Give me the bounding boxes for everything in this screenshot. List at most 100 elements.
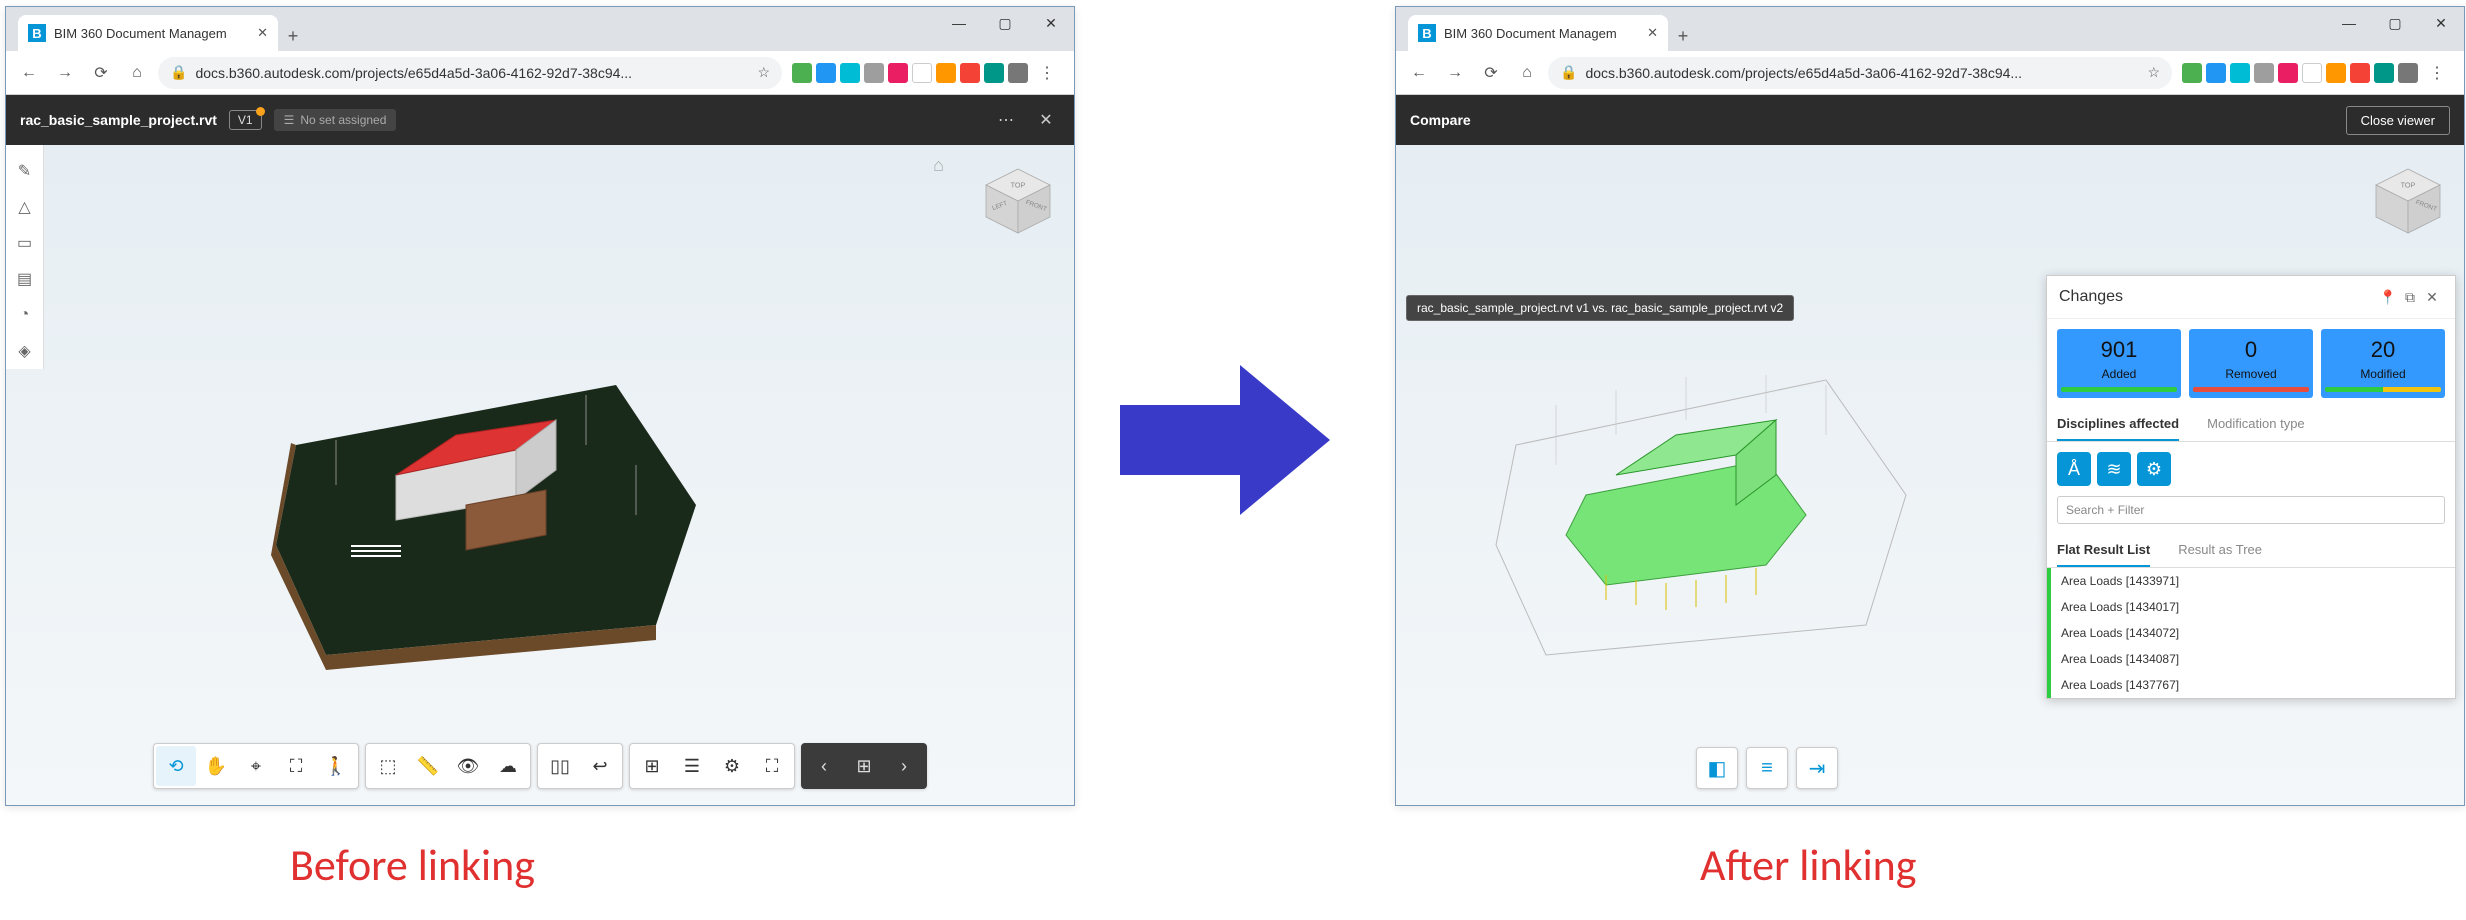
search-filter-input[interactable]: Search + Filter — [2057, 496, 2445, 524]
extension-icon[interactable] — [2398, 63, 2418, 83]
measure-tool[interactable]: 📏 — [408, 746, 448, 786]
home-button[interactable]: ⌂ — [122, 58, 152, 88]
star-icon[interactable]: ☆ — [2147, 64, 2160, 81]
tab-flat-list[interactable]: Flat Result List — [2057, 534, 2150, 567]
stat-modified[interactable]: 20 Modified — [2321, 329, 2445, 398]
browser-tab[interactable]: B BIM 360 Document Managem ✕ — [18, 15, 278, 51]
grid-view[interactable]: ⊞ — [844, 746, 884, 786]
url-bar[interactable]: 🔒 docs.b360.autodesk.com/projects/e65d4a… — [1548, 57, 2172, 89]
orbit-tool[interactable]: ⟲ — [156, 746, 196, 786]
home-button[interactable]: ⌂ — [1512, 58, 1542, 88]
close-icon[interactable]: ✕ — [257, 25, 268, 41]
set-selector[interactable]: ☰ No set assigned — [274, 109, 397, 131]
extension-icon[interactable] — [2374, 63, 2394, 83]
forward-button[interactable]: → — [1440, 58, 1470, 88]
compare-overlay-button[interactable]: ≡ — [1746, 747, 1788, 789]
extension-icon[interactable] — [936, 63, 956, 83]
close-viewer-button[interactable]: ✕ — [1032, 106, 1060, 134]
result-item[interactable]: Area Loads [1434087] — [2047, 646, 2455, 672]
prev-view[interactable]: ‹ — [804, 746, 844, 786]
discipline-mep-icon[interactable]: ⚙ — [2137, 452, 2171, 486]
fit-tool[interactable]: ⛶ — [276, 746, 316, 786]
browser-tab[interactable]: B BIM 360 Document Managem ✕ — [1408, 15, 1668, 51]
sheets-tool-button[interactable]: ▤ — [6, 261, 43, 297]
maximize-button[interactable]: ▢ — [2372, 7, 2418, 39]
walk-tool[interactable]: 🚶 — [316, 746, 356, 786]
viewport-3d[interactable]: ✎ △ ▭ ▤ ◔ ◈ ⌂ TOP LEFT FRONT — [6, 145, 1074, 805]
zoom-tool[interactable]: ⌖ — [236, 746, 276, 786]
extension-icon[interactable] — [864, 63, 884, 83]
url-bar[interactable]: 🔒 docs.b360.autodesk.com/projects/e65d4a… — [158, 57, 782, 89]
history-tool-button[interactable]: ◔ — [6, 297, 43, 333]
close-icon[interactable]: ✕ — [2421, 286, 2443, 308]
viewcube[interactable]: TOP LEFT FRONT — [978, 161, 1058, 241]
viewcube[interactable]: TOP FRONT — [2368, 161, 2448, 241]
extension-icon[interactable] — [2254, 63, 2274, 83]
tab-modification-type[interactable]: Modification type — [2207, 408, 2305, 441]
extension-icon[interactable] — [2278, 63, 2298, 83]
explode-tool[interactable]: ☁ — [488, 746, 528, 786]
stat-added[interactable]: 901 Added — [2057, 329, 2181, 398]
properties-tool[interactable]: ☰ — [672, 746, 712, 786]
reload-button[interactable]: ⟳ — [1476, 58, 1506, 88]
next-view[interactable]: › — [884, 746, 924, 786]
model-browser-tool[interactable]: ⊞ — [632, 746, 672, 786]
reload-button[interactable]: ⟳ — [86, 58, 116, 88]
box-tool[interactable]: ⬚ — [368, 746, 408, 786]
browser-menu-button[interactable]: ⋮ — [2422, 58, 2452, 88]
forward-button[interactable]: → — [50, 58, 80, 88]
close-window-button[interactable]: ✕ — [2418, 7, 2464, 39]
tab-tree[interactable]: Result as Tree — [2178, 534, 2262, 567]
pin-icon[interactable]: 📍 — [2377, 286, 2399, 308]
more-menu-button[interactable]: ⋯ — [992, 106, 1020, 134]
result-item[interactable]: Area Loads [1434072] — [2047, 620, 2455, 646]
section-tool[interactable]: 👁 — [448, 746, 488, 786]
close-icon[interactable]: ✕ — [1647, 25, 1658, 41]
discipline-structural-icon[interactable]: ≋ — [2097, 452, 2131, 486]
result-item[interactable]: Area Loads [1437767] — [2047, 672, 2455, 698]
result-item[interactable]: Area Loads [1434017] — [2047, 594, 2455, 620]
extension-icon[interactable] — [2350, 63, 2370, 83]
sheet-tool[interactable]: ▯▯ — [540, 746, 580, 786]
back-button[interactable]: ← — [1404, 58, 1434, 88]
extension-icon[interactable] — [888, 63, 908, 83]
home-view-icon[interactable]: ⌂ — [933, 155, 944, 176]
version-badge[interactable]: V1 — [229, 110, 262, 130]
popout-icon[interactable]: ⧉ — [2399, 286, 2421, 308]
extension-icon[interactable] — [2206, 63, 2226, 83]
extension-icon[interactable] — [984, 63, 1004, 83]
issues-tool-button[interactable]: △ — [6, 189, 43, 225]
extension-icon[interactable] — [912, 63, 932, 83]
compare-exit-button[interactable]: ⇥ — [1796, 747, 1838, 789]
markup-tool-button[interactable]: ✎ — [6, 153, 43, 189]
extension-icon[interactable] — [960, 63, 980, 83]
extension-icon[interactable] — [2230, 63, 2250, 83]
viewport-3d-compare[interactable]: rac_basic_sample_project.rvt v1 vs. rac_… — [1396, 145, 2464, 805]
rfi-tool-button[interactable]: ▭ — [6, 225, 43, 261]
fullscreen-tool[interactable]: ⛶ — [752, 746, 792, 786]
settings-tool[interactable]: ⚙ — [712, 746, 752, 786]
maximize-button[interactable]: ▢ — [982, 7, 1028, 39]
compare-split-button[interactable]: ◧ — [1696, 747, 1738, 789]
tab-disciplines[interactable]: Disciplines affected — [2057, 408, 2179, 441]
undo-tool[interactable]: ↩ — [580, 746, 620, 786]
new-tab-button[interactable]: + — [278, 21, 308, 51]
extension-icon[interactable] — [840, 63, 860, 83]
extension-icon[interactable] — [1008, 63, 1028, 83]
back-button[interactable]: ← — [14, 58, 44, 88]
extension-icon[interactable] — [816, 63, 836, 83]
minimize-button[interactable]: — — [936, 7, 982, 39]
star-icon[interactable]: ☆ — [757, 64, 770, 81]
browser-menu-button[interactable]: ⋮ — [1032, 58, 1062, 88]
extension-icon[interactable] — [792, 63, 812, 83]
extension-icon[interactable] — [2302, 63, 2322, 83]
minimize-button[interactable]: — — [2326, 7, 2372, 39]
extension-icon[interactable] — [2182, 63, 2202, 83]
stat-removed[interactable]: 0 Removed — [2189, 329, 2313, 398]
levels-tool-button[interactable]: ◈ — [6, 333, 43, 369]
discipline-architecture-icon[interactable]: Å — [2057, 452, 2091, 486]
close-window-button[interactable]: ✕ — [1028, 7, 1074, 39]
new-tab-button[interactable]: + — [1668, 21, 1698, 51]
pan-tool[interactable]: ✋ — [196, 746, 236, 786]
result-item[interactable]: Area Loads [1433971] — [2047, 568, 2455, 594]
